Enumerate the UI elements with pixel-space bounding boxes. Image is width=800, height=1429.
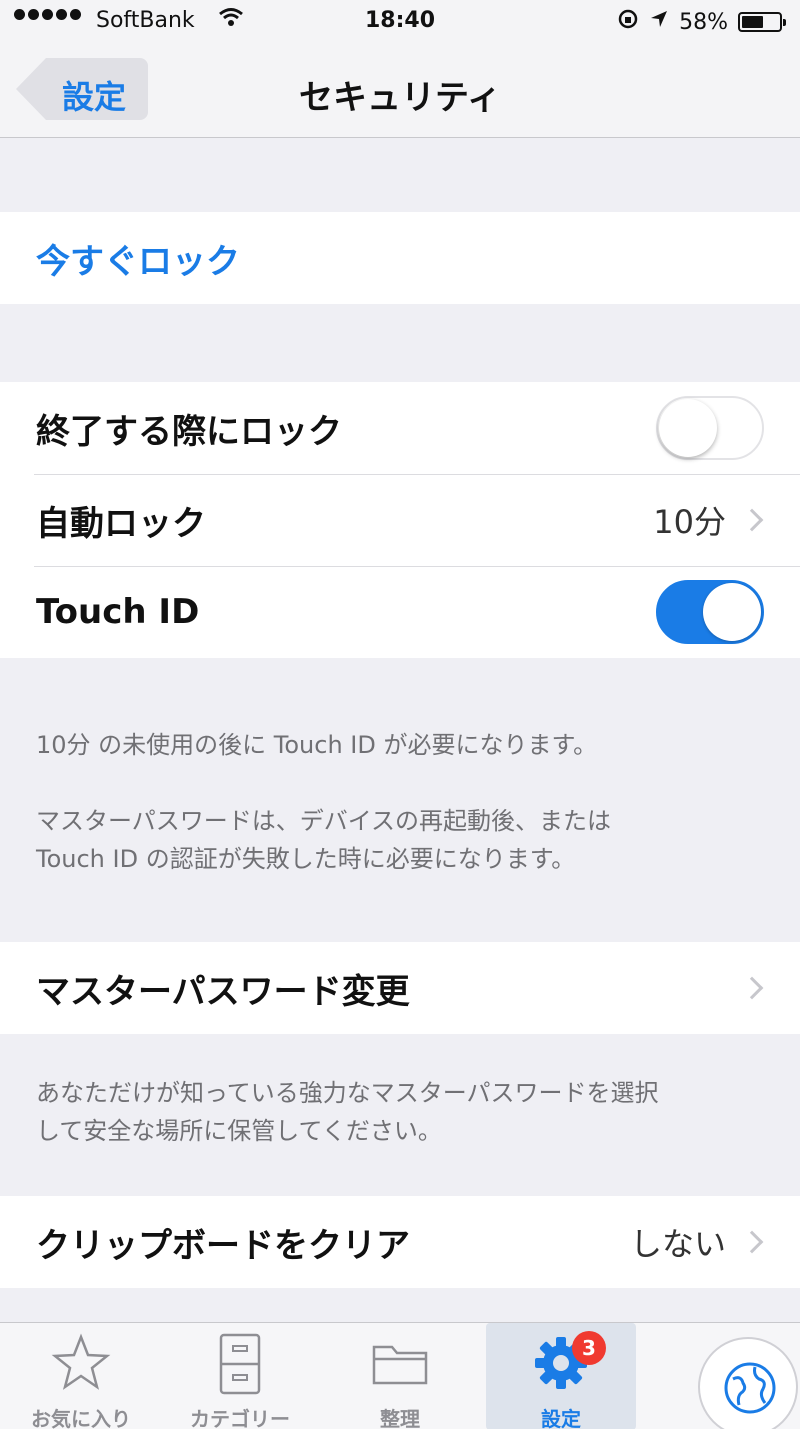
touch-id-label: Touch ID (36, 592, 200, 632)
globe-icon (724, 1362, 776, 1414)
battery-level-fill (742, 16, 763, 28)
auto-lock-value: 10分 (653, 503, 726, 541)
gear-icon (486, 1333, 636, 1395)
auto-lock-label: 自動ロック (36, 503, 206, 544)
master-password-hint-line-1: あなただけが知っている強力なマスターパスワードを選択 (36, 1079, 659, 1107)
tab-organize-label: 整理 (380, 1407, 420, 1429)
tab-bar: お気に入り カテゴリー 整理 3 設定 (0, 1322, 800, 1429)
touch-id-note: 10分 の未使用の後に Touch ID が必要になります。 (36, 731, 598, 759)
tab-favorites-label: お気に入り (31, 1407, 131, 1429)
tab-categories-label: カテゴリー (190, 1407, 290, 1429)
battery-icon (738, 12, 786, 32)
lock-now-group: 今すぐロック (0, 212, 800, 304)
lock-now-button[interactable]: 今すぐロック (36, 234, 240, 283)
status-bar: SoftBank 18:40 58% (0, 0, 800, 44)
toggle-knob (659, 399, 717, 457)
tab-categories[interactable]: カテゴリー (165, 1323, 315, 1429)
chevron-right-icon (740, 508, 764, 532)
auto-lock-row[interactable]: 自動ロック 10分 (0, 474, 800, 566)
tab-favorites[interactable]: お気に入り (6, 1323, 156, 1429)
notification-badge: 3 (572, 1331, 606, 1365)
tab-organize[interactable]: 整理 (325, 1323, 475, 1429)
clear-clipboard-label: クリップボードをクリア (36, 1225, 410, 1266)
chevron-right-icon (740, 976, 764, 1000)
lock-now-row[interactable]: 今すぐロック (0, 212, 800, 304)
lock-on-exit-label: 終了する際にロック (36, 411, 342, 452)
file-cabinet-icon (165, 1333, 315, 1395)
chevron-right-icon (740, 1230, 764, 1254)
master-password-hint-line-2: して安全な場所に保管してください。 (36, 1117, 442, 1145)
clear-clipboard-row[interactable]: クリップボードをクリア しない (0, 1196, 800, 1288)
tab-settings-label: 設定 (541, 1407, 581, 1429)
touch-id-toggle[interactable] (656, 580, 764, 644)
orientation-lock-icon (617, 8, 639, 36)
toggle-knob (703, 583, 761, 641)
clipboard-group: クリップボードをクリア しない (0, 1196, 800, 1288)
security-settings-group: 終了する際にロック 自動ロック 10分 Touch ID (0, 382, 800, 658)
navigation-bar: 設定 セキュリティ (0, 44, 800, 138)
clear-clipboard-value: しない (629, 1225, 726, 1263)
master-password-note-line-1: マスターパスワードは、デバイスの再起動後、または (36, 807, 612, 835)
lock-on-exit-row: 終了する際にロック (0, 382, 800, 474)
browser-button[interactable] (698, 1337, 798, 1429)
master-password-row[interactable]: マスターパスワード変更 (0, 942, 800, 1034)
folder-icon (325, 1333, 475, 1395)
touch-id-row: Touch ID (0, 566, 800, 658)
location-arrow-icon (649, 9, 669, 35)
page-title: セキュリティ (299, 78, 501, 118)
battery-percent: 58% (679, 9, 728, 35)
master-password-note-line-2: Touch ID の認証が失敗した時に必要になります。 (36, 845, 576, 873)
lock-on-exit-toggle[interactable] (656, 396, 764, 460)
tab-settings[interactable]: 3 設定 (486, 1323, 636, 1429)
master-password-group: マスターパスワード変更 (0, 942, 800, 1034)
star-icon (6, 1333, 156, 1395)
master-password-label: マスターパスワード変更 (36, 971, 410, 1012)
